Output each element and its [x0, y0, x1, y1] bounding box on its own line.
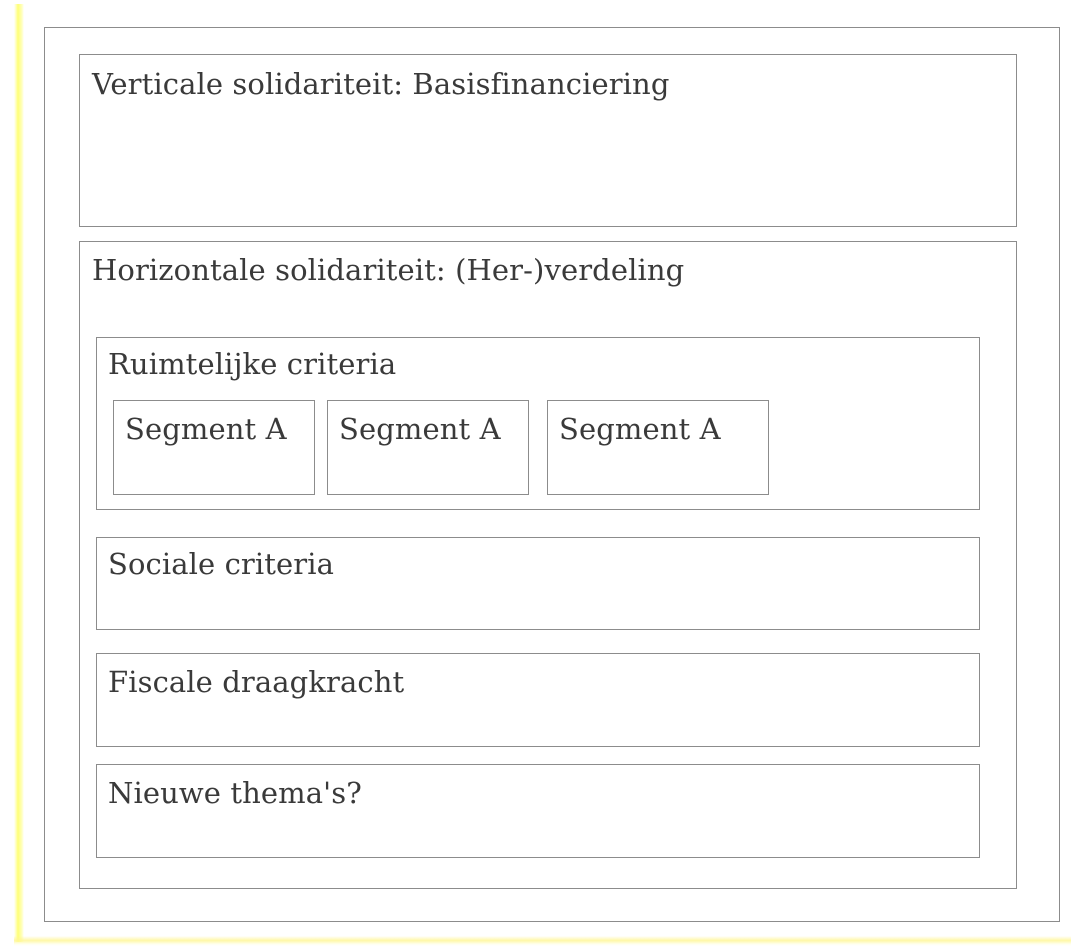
social-criteria-title: Sociale criteria	[108, 547, 335, 581]
spatial-criteria-title: Ruimtelijke criteria	[108, 347, 397, 381]
horizontal-solidarity-title: Horizontale solidariteit: (Her-)verdelin…	[92, 253, 685, 287]
highlight-edge-left	[14, 4, 24, 942]
social-criteria-box: Sociale criteria	[96, 537, 980, 630]
new-themes-title: Nieuwe thema's?	[108, 776, 362, 810]
segment-label-2: Segment A	[339, 412, 501, 446]
segment-box-1: Segment A	[113, 400, 315, 495]
highlight-edge-bottom	[14, 936, 1071, 946]
fiscal-capacity-title: Fiscale draagkracht	[108, 665, 405, 699]
diagram-canvas: Verticale solidariteit: Basisfinancierin…	[0, 0, 1071, 948]
segment-box-2: Segment A	[327, 400, 529, 495]
segment-box-3: Segment A	[547, 400, 769, 495]
segment-label-3: Segment A	[559, 412, 721, 446]
segment-label-1: Segment A	[125, 412, 287, 446]
new-themes-box: Nieuwe thema's?	[96, 764, 980, 858]
vertical-solidarity-box: Verticale solidariteit: Basisfinancierin…	[79, 54, 1017, 227]
fiscal-capacity-box: Fiscale draagkracht	[96, 653, 980, 747]
vertical-solidarity-title: Verticale solidariteit: Basisfinancierin…	[92, 67, 670, 101]
